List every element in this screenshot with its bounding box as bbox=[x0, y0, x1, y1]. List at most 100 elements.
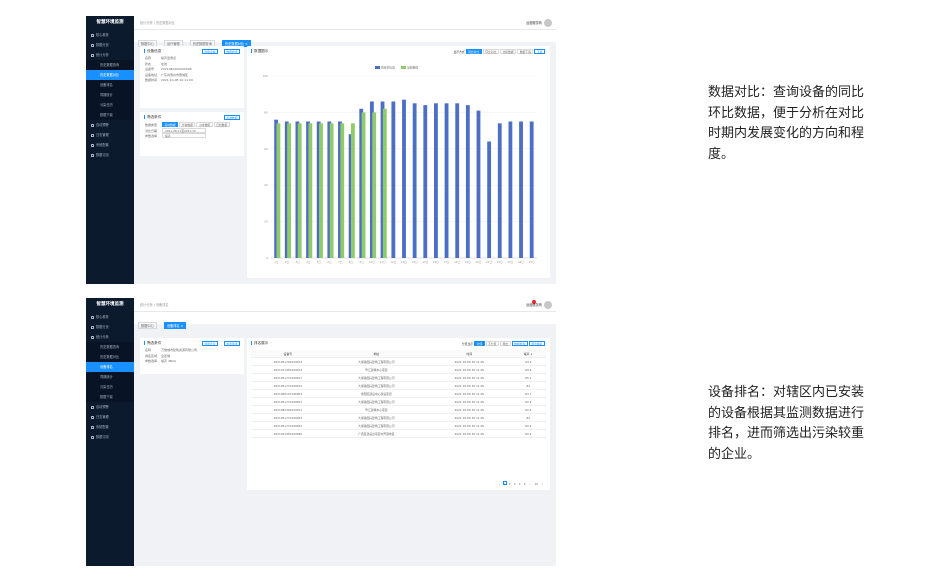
menu-icon bbox=[91, 143, 94, 147]
ranking-filter-panel: 筛选条件 选择企业 重置筛选 名称 万维城市建筑资源有限公司 排名区域 全区域 参数选择… bbox=[140, 338, 244, 374]
screenshot-device-ranking: 智慧环境监测 核心看析 数据分页 统计分析 历史数据查询 历史数据对比 设备排名 同期统计污… bbox=[86, 298, 556, 566]
query-data-button[interactable]: 查询数据 bbox=[223, 115, 240, 120]
tab-data-center[interactable]: 数据中心 bbox=[138, 322, 157, 329]
avatar[interactable] bbox=[544, 19, 552, 27]
sidebar-item-label: 历史数据查询 bbox=[100, 345, 120, 349]
page-button[interactable]: 3 bbox=[513, 481, 517, 486]
seg-hour[interactable]: 小时数据 bbox=[196, 122, 213, 127]
sidebar-item[interactable]: 同期统计 bbox=[86, 372, 134, 382]
page-button[interactable]: 4 bbox=[518, 481, 522, 486]
sidebar-item[interactable]: 数据订阅 bbox=[86, 432, 134, 442]
table-cell: 2021071450109013 bbox=[273, 368, 303, 372]
table-cell: 2021-10-08 10:11:00 bbox=[454, 384, 485, 388]
export-ranking-button[interactable]: 导出排名 bbox=[528, 341, 545, 346]
table-row[interactable]: 2021051770109022 大湖镇国兴建筑工程有限公司 2021-10-08 … bbox=[251, 422, 546, 430]
seg-all[interactable]: 全部 bbox=[473, 341, 485, 346]
compare-bar-chart: 0 20 40 60 80 100 1日 2日 3日 4日 5日 6日 7日 8日 9日 10日 11日 12日 1… bbox=[262, 66, 537, 264]
table-row[interactable]: 2021071450109013 粤江建筑中心项目 2021-10-08 10:11… bbox=[251, 366, 546, 374]
table-row[interactable]: 2021082300109011 粤江建筑中心项目 2021-10-08 10:11… bbox=[251, 406, 546, 414]
sidebar-item[interactable]: 核心看析 bbox=[86, 30, 134, 40]
table-row[interactable]: 2021051770109012 大湖镇国兴建筑工程有限公司 2021-10-08 … bbox=[251, 382, 546, 390]
user-name[interactable]: 运营服务商 bbox=[526, 16, 542, 30]
table-row[interactable]: 2021051700109013 大湖镇国兴建筑工程有限公司 2021-10-08 … bbox=[251, 358, 546, 366]
menu-icon bbox=[91, 405, 94, 409]
sidebar-item[interactable]: 数据分页 bbox=[86, 322, 134, 332]
table-cell: 大湖镇国兴建筑工程有限公司 bbox=[358, 376, 395, 380]
data-check-button[interactable]: 数据检查 bbox=[511, 341, 528, 346]
device-info-list: 名称 噪声监测点 状态 在线 设备号 2021080100000098 设备地址 广东省惠州市… bbox=[140, 56, 244, 84]
param-select[interactable]: 噪声 bbox=[161, 133, 206, 138]
sidebar-item[interactable]: 历史数据查询 bbox=[86, 60, 134, 70]
sidebar-item[interactable]: 自动预警 bbox=[86, 120, 134, 130]
bar-history bbox=[372, 112, 377, 259]
sidebar-item[interactable]: 数据下载 bbox=[86, 392, 134, 402]
table-row[interactable]: 2021051770109017 大湖镇国兴建筑工程有限公司 2021-10-08 … bbox=[251, 374, 546, 382]
table-row[interactable]: 2021060107106903 惠阳区建设中心建设项目 2021-10-08 10… bbox=[251, 390, 546, 398]
sidebar-item[interactable]: 污染日历 bbox=[86, 100, 134, 110]
bar-history bbox=[350, 123, 355, 258]
page-tabs: 数据中心 设备排名 × bbox=[134, 312, 556, 329]
sidebar: 智慧环境监测 核心看析 数据分页 统计分析 历史数据查询 历史数据对比 设备排名 同期统计污… bbox=[86, 16, 134, 284]
table-row[interactable]: 2021051950109060 广西区建设台项目中开展地区 2021-10-08 … bbox=[251, 430, 546, 438]
user-name[interactable]: 运营服务商 bbox=[526, 298, 542, 312]
page-button[interactable]: 5 bbox=[523, 481, 527, 486]
sidebar-item[interactable]: 数据分页 bbox=[86, 40, 134, 50]
column-header: 时间 bbox=[466, 352, 473, 356]
sidebar-item[interactable]: 系统配置 bbox=[86, 422, 134, 432]
page-button[interactable]: 10 bbox=[533, 481, 539, 486]
sidebar-item[interactable]: 自动预警 bbox=[86, 402, 134, 412]
data-check-button[interactable]: 数据检查 bbox=[223, 49, 240, 54]
sidebar-item[interactable]: 数据订阅 bbox=[86, 150, 134, 160]
sidebar-item[interactable]: 设备排名 bbox=[86, 362, 134, 372]
seg-realtime[interactable]: 实时数据 bbox=[161, 122, 179, 127]
x-tick-label: 20日 bbox=[476, 260, 482, 264]
sidebar-item[interactable]: 统计分析 bbox=[86, 332, 134, 342]
menu-icon bbox=[91, 415, 94, 419]
sidebar-item[interactable]: 统计分析 bbox=[86, 50, 134, 60]
bar-current bbox=[476, 110, 481, 258]
sidebar-item-label: 污染日历 bbox=[100, 103, 113, 107]
table-row[interactable]: 2021051770109021 大湖镇国兴建筑工程有限公司 2021-10-08 … bbox=[251, 398, 546, 406]
table-cell: 89.6 bbox=[525, 368, 532, 372]
page-button[interactable]: 1 bbox=[502, 481, 507, 486]
select-company-button[interactable]: 选择企业 bbox=[201, 341, 218, 346]
reset-filter-button[interactable]: 重置筛选 bbox=[223, 341, 240, 346]
sidebar-item[interactable]: 同期统计 bbox=[86, 90, 134, 100]
table-cell: 2021-10-08 10:11:00 bbox=[454, 432, 485, 436]
ranking-filter-list: 名称 万维城市建筑资源有限公司 排名区域 全区域 参数选择 噪声 dB(A) bbox=[140, 348, 244, 365]
sidebar-item[interactable]: 历史数据查询 bbox=[86, 342, 134, 352]
sidebar-item[interactable]: 历史数据对比 bbox=[86, 70, 134, 80]
x-tick-label: 22日 bbox=[497, 260, 503, 264]
page-button[interactable]: › bbox=[540, 481, 544, 486]
date-range-input[interactable]: 2021-08-11至2021-10 bbox=[161, 127, 206, 133]
bar-current bbox=[455, 103, 460, 258]
page-button[interactable]: 2 bbox=[508, 481, 512, 486]
seg-minute[interactable]: 分钟数据 bbox=[179, 122, 196, 127]
sidebar-item[interactable]: 历史数据对比 bbox=[86, 352, 134, 362]
column-header[interactable]: 噪声 ↓ bbox=[511, 350, 546, 357]
avatar[interactable] bbox=[544, 301, 552, 309]
legend-label: 当前数值 bbox=[407, 66, 418, 70]
seg-export[interactable]: 导出 bbox=[499, 341, 511, 346]
tab-device-ranking[interactable]: 设备排名 × bbox=[163, 322, 187, 329]
page-button[interactable]: … bbox=[528, 481, 533, 486]
sidebar-item[interactable]: 核心看析 bbox=[86, 312, 134, 322]
seg-no-page[interactable]: 不分页 bbox=[485, 341, 499, 346]
sidebar-item[interactable]: 系统配置 bbox=[86, 140, 134, 150]
page-button[interactable]: ‹ bbox=[498, 481, 502, 486]
sidebar-item[interactable]: 污染日历 bbox=[86, 382, 134, 392]
table-cell: 2021051770109012 bbox=[273, 384, 303, 388]
sidebar-item-label: 污染日历 bbox=[100, 385, 113, 389]
paging-label: 分页显示 bbox=[461, 342, 474, 346]
menu-icon bbox=[91, 123, 94, 127]
info-row: 数据时间 2021-10-08 10:11:00 bbox=[140, 78, 244, 84]
sidebar-item[interactable]: 日志管理 bbox=[86, 130, 134, 140]
sidebar-item[interactable]: 数据下载 bbox=[86, 110, 134, 120]
bar-history bbox=[297, 123, 302, 258]
seg-day[interactable]: 日均数据 bbox=[213, 122, 230, 127]
sidebar-item[interactable]: 日志管理 bbox=[86, 412, 134, 422]
select-device-button[interactable]: 选择设备 bbox=[201, 49, 218, 54]
sidebar-item[interactable]: 设备排名 bbox=[86, 80, 134, 90]
info-row: 参数选择 噪声 dB(A) bbox=[140, 359, 244, 365]
table-row[interactable]: 2021051770109023 大湖镇国兴建筑工程有限公司 2021-10-08 … bbox=[251, 414, 546, 422]
